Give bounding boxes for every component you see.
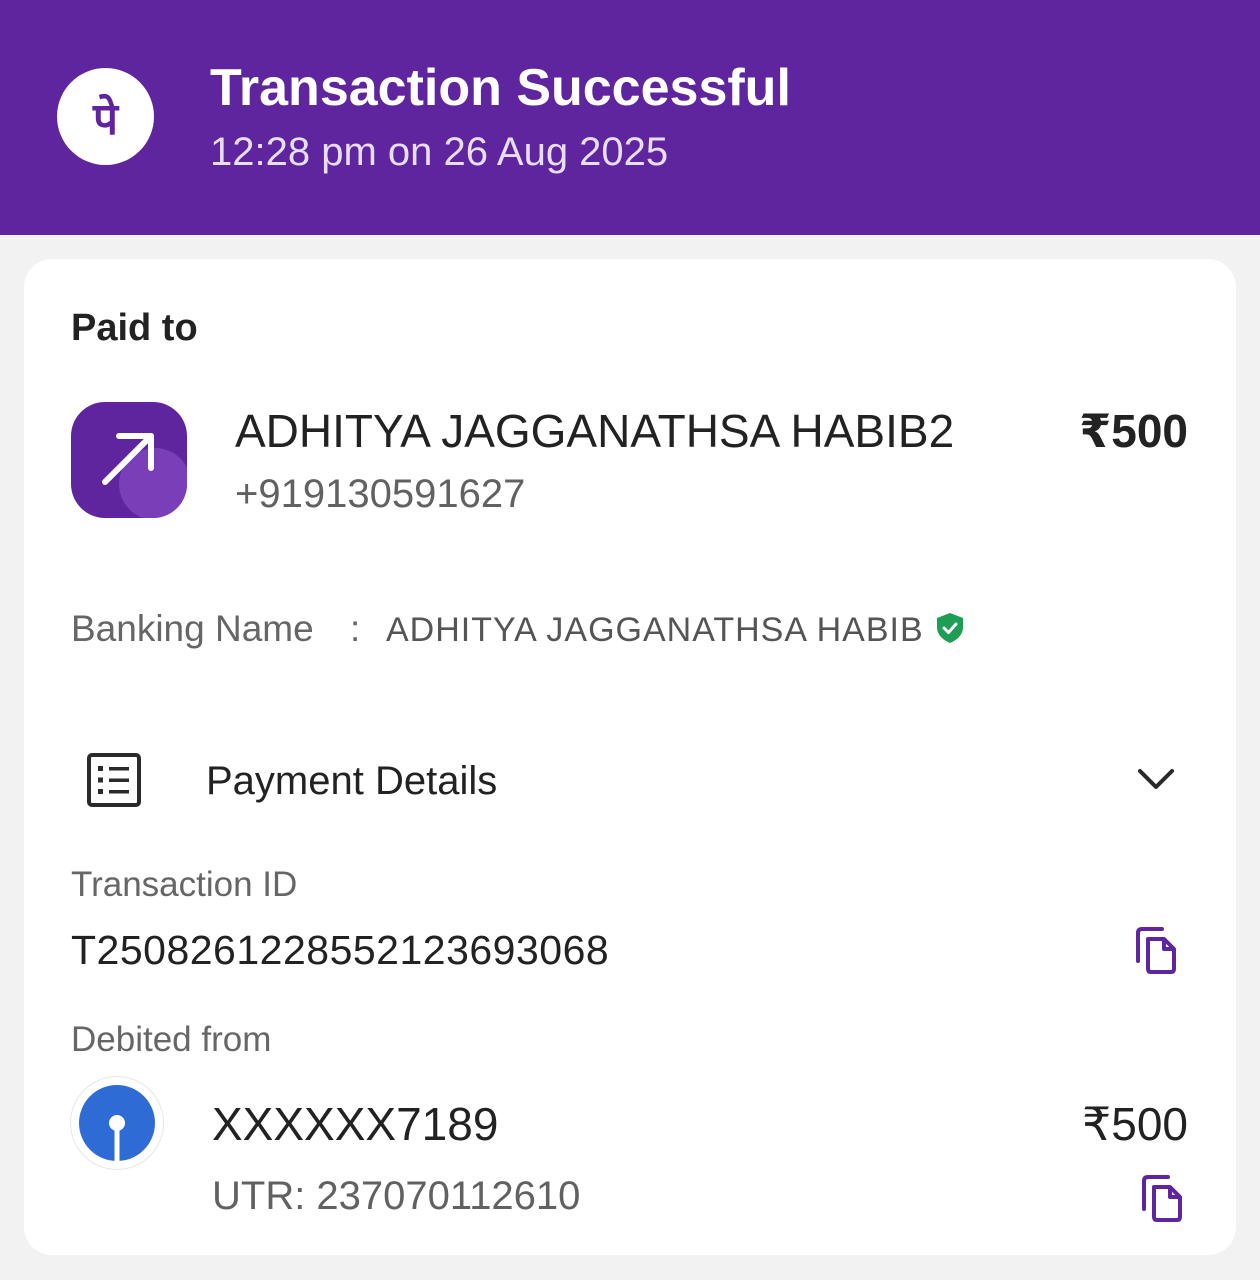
- payee-phone: +919130591627: [235, 472, 526, 516]
- paid-to-label: Paid to: [71, 307, 198, 349]
- banking-name-separator: :: [350, 608, 361, 649]
- transaction-id-value: T2508261228552123693068: [71, 927, 610, 973]
- phonepe-logo-icon: पे: [57, 68, 154, 165]
- transaction-id-label: Transaction ID: [71, 865, 298, 904]
- transaction-datetime: 12:28 pm on 26 Aug 2025: [210, 130, 669, 174]
- payee-name: ADHITYA JAGGANATHSA HABIB2: [235, 405, 955, 457]
- copy-icon[interactable]: [1134, 925, 1180, 975]
- logo-glyph: पे: [93, 93, 118, 145]
- banking-name-value: ADHITYA JAGGANATHSA HABIB: [386, 611, 924, 649]
- copy-icon[interactable]: [1140, 1173, 1186, 1223]
- chevron-down-icon[interactable]: [1136, 764, 1176, 794]
- debited-from-label: Debited from: [71, 1020, 272, 1059]
- sbi-bank-logo-icon: [71, 1077, 163, 1169]
- page-title: Transaction Successful: [210, 59, 791, 117]
- transaction-card: Paid to ADHITYA JAGGANATHSA HABIB2 +9191…: [24, 259, 1236, 1255]
- header-bar: पे Transaction Successful 12:28 pm on 26…: [0, 0, 1260, 235]
- arrow-up-right-icon: [71, 402, 187, 518]
- payment-details-toggle[interactable]: Payment Details: [206, 759, 497, 804]
- receipt-list-icon: [86, 752, 142, 808]
- debited-amount: ₹500: [1081, 1098, 1188, 1150]
- verified-shield-icon: [935, 612, 965, 644]
- paid-amount: ₹500: [1079, 405, 1188, 457]
- banking-name-label: Banking Name: [71, 608, 314, 649]
- debit-account-number: XXXXXX7189: [212, 1098, 499, 1150]
- utr-number: UTR: 237070112610: [212, 1174, 581, 1218]
